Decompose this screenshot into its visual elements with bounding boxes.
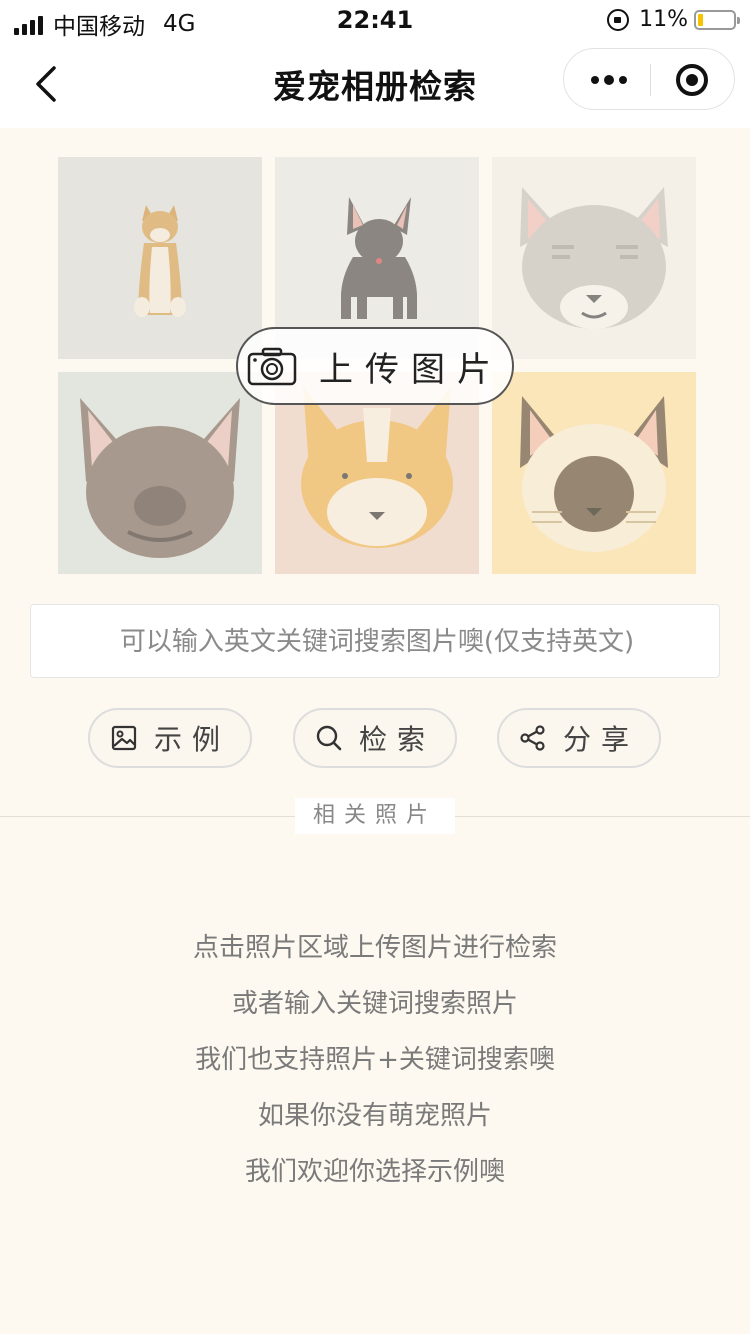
example-button[interactable]: 示例: [88, 708, 252, 768]
search-button[interactable]: 检索: [293, 708, 457, 768]
status-bar: 中国移动 4G 22:41 11%: [0, 0, 750, 40]
orientation-lock-icon: [607, 8, 630, 31]
upload-image-button[interactable]: 上传图片: [236, 327, 514, 405]
search-button-label: 检索: [358, 723, 435, 756]
hint-line: 如果你没有萌宠照片: [257, 1101, 492, 1131]
tabby-cat-illustration: [492, 157, 696, 359]
french-bulldog-illustration: [58, 372, 262, 574]
share-button-label: 分享: [562, 723, 639, 756]
hint-line: 我们也支持照片+关键词搜索噢: [195, 1045, 555, 1075]
hint-line: 或者输入关键词搜索照片: [231, 989, 518, 1019]
hint-line: 点击照片区域上传图片进行检索: [192, 933, 557, 963]
camera-icon: [247, 347, 297, 386]
upload-image-label: 上传图片: [319, 349, 503, 390]
tile-french-bulldog: [58, 372, 262, 574]
nav-bar: 爱宠相册检索: [0, 40, 750, 128]
photo-upload-area[interactable]: 上传图片: [58, 157, 696, 577]
hint-line: 我们欢迎你选择示例噢: [244, 1157, 505, 1187]
keyword-search-input[interactable]: [31, 605, 723, 679]
search-icon: [316, 725, 342, 751]
keyword-search-box: [30, 604, 723, 679]
tile-shiba-dog: [58, 157, 262, 359]
shiba-dog-illustration: [58, 157, 262, 359]
share-icon: [520, 725, 545, 751]
share-button[interactable]: 分享: [497, 708, 661, 768]
tile-tabby-cat: [492, 157, 696, 359]
battery-percent: 11%: [639, 7, 688, 32]
related-photos-title: 相关照片: [295, 798, 455, 834]
more-icon[interactable]: [564, 49, 650, 111]
status-right: 11%: [607, 7, 740, 32]
tile-siamese-cat: [492, 372, 696, 574]
image-icon: [111, 725, 137, 751]
miniprogram-capsule: [563, 48, 735, 110]
instruction-text: 点击照片区域上传图片进行检索 或者输入关键词搜索照片 我们也支持照片+关键词搜索…: [0, 920, 750, 1200]
battery-icon: [694, 9, 740, 30]
siamese-cat-illustration: [492, 372, 696, 574]
example-button-label: 示例: [153, 723, 230, 756]
close-miniprogram-icon[interactable]: [650, 49, 736, 111]
